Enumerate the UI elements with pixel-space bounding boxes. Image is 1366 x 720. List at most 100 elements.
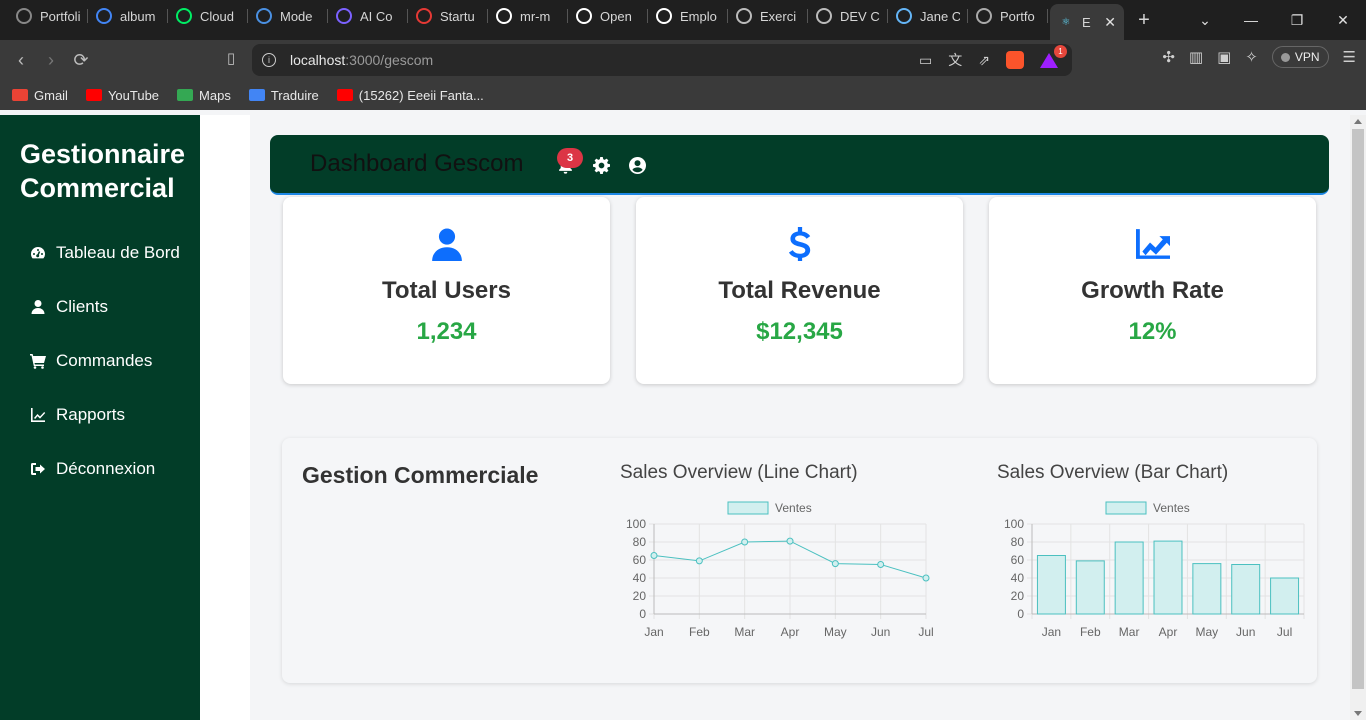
tab-title: Emplo [680,8,717,24]
address-bar[interactable]: i localhost:3000/gescom ▭ 文 ⇗ 1 [252,44,1072,76]
browser-tab[interactable]: Portfo [968,0,1048,32]
chart-line-icon [31,408,46,422]
y-tick-label: 100 [1004,517,1024,531]
sidebar-item-tableau-de-bord[interactable]: Tableau de Bord [30,243,180,263]
browser-tab[interactable]: Exerci [728,0,808,32]
stat-label: Total Users [382,277,511,304]
rewards-icon[interactable]: 1 [1040,45,1067,69]
browser-tab[interactable]: DEV C [808,0,888,32]
user-circle-icon [629,157,646,174]
url-host: localhost [290,52,346,68]
cast-icon[interactable]: ▭ [919,52,932,69]
brave-shields-icon[interactable] [1006,51,1024,69]
stat-card-users: Total Users 1,234 [283,197,610,384]
line-chart: Ventes 0 20 40 60 80 100 Jan Feb Mar Apr May Jun Jul [626,501,934,639]
leo-ai-icon[interactable]: ✧ [1245,48,1258,66]
bookmark-item[interactable]: Gmail [12,88,68,103]
startup-icon [416,8,432,24]
line-chart-title: Sales Overview (Line Chart) [620,462,858,483]
scroll-down-icon[interactable] [1354,711,1362,716]
browser-tab[interactable]: Portfolio [8,0,88,32]
sidebar-item-clients[interactable]: Clients [30,297,108,317]
browser-tab[interactable]: AI Co [328,0,408,32]
bookmark-label: (15262) Eeeii Fanta... [358,87,484,103]
tab-title: Exerci [760,8,797,24]
extensions-icon[interactable]: ✣ [1162,48,1175,66]
browser-tab[interactable]: Open [568,0,648,32]
bookmark-icon[interactable]: ▯ [216,49,246,67]
bookmark-item[interactable]: Maps [177,88,231,103]
user-icon [431,228,462,261]
data-point [922,574,930,582]
forward-button[interactable]: › [36,50,66,71]
y-tick-label: 20 [1011,589,1025,603]
react-icon: ⚛ [1061,16,1071,28]
dashboard-header: Dashboard Gescom 3 [270,135,1329,195]
tab-title: DEV C [840,8,880,24]
reload-button[interactable]: ⟳ [66,50,96,71]
tab-active[interactable]: ⚛ E ✕ [1050,4,1124,40]
tab-title: Jane C [920,8,960,24]
scroll-up-icon[interactable] [1354,119,1362,124]
page-title: Dashboard Gescom [310,150,524,177]
browser-toolbar: ‹ › ⟳ ▯ i localhost:3000/gescom ▭ 文 ⇗ 1 … [0,40,1366,80]
sidebar-item-rapports[interactable]: Rapports [30,405,125,425]
google-icon [96,8,112,24]
settings-button[interactable] [593,157,610,179]
stat-value: $12,345 [756,318,843,345]
y-tick-label: 60 [1011,553,1025,567]
sidebar-toggle-icon[interactable]: ▥ [1189,48,1203,66]
bookmark-favicon-icon [12,89,28,101]
x-tick-label: May [1196,625,1219,639]
new-tab-button[interactable]: + [1124,9,1164,32]
close-icon[interactable]: ✕ [1104,14,1116,31]
menu-icon[interactable]: ☰ [1343,48,1356,66]
bookmark-item[interactable]: Traduire [248,88,319,103]
browser-tab[interactable]: Startu [408,0,488,32]
stat-label: Total Revenue [718,277,881,304]
sidebar-item-deconnexion[interactable]: Déconnexion [30,459,155,479]
browser-tab[interactable]: Mode [248,0,328,32]
browser-tab[interactable]: mr-m [488,0,568,32]
dev-icon [816,8,832,24]
mongodb-icon [176,8,192,24]
globe-icon [16,8,32,24]
x-tick-label: Apr [781,625,800,639]
tab-title: Portfolio [40,8,80,24]
y-tick-label: 40 [633,571,647,585]
y-tick-label: 20 [633,589,647,603]
browser-tab[interactable]: album [88,0,168,32]
back-button[interactable]: ‹ [6,50,36,71]
section-title: Gestion Commerciale [302,462,539,488]
sidebar-item-commandes[interactable]: Commandes [30,351,152,371]
x-tick-label: Jun [1236,625,1255,639]
tab-title: album [120,8,156,24]
bookmark-item[interactable]: (15262) Eeeii Fanta... [336,87,484,103]
tab-title: AI Co [360,8,393,24]
browser-tab[interactable]: Jane C [888,0,968,32]
doc-icon [256,8,272,24]
site-info-icon[interactable]: i [262,53,276,67]
bookmark-item[interactable]: YouTube [85,88,159,103]
minimize-button[interactable]: — [1228,12,1274,28]
share-icon[interactable]: ⇗ [978,52,990,69]
restore-button[interactable]: ❐ [1274,12,1320,29]
close-window-button[interactable]: ✕ [1320,12,1366,29]
legend-swatch [1105,501,1147,515]
tab-search-icon[interactable]: ⌄ [1182,12,1228,29]
scrollbar-thumb[interactable] [1352,129,1364,689]
bar-chart-title: Sales Overview (Bar Chart) [997,462,1229,483]
y-tick-label: 80 [633,535,647,549]
profile-button[interactable] [629,157,646,179]
browser-tab[interactable]: Cloud [168,0,248,32]
page-scrollbar[interactable] [1350,115,1366,720]
stat-card-revenue: Total Revenue $12,345 [636,197,963,384]
vpn-status-icon [1280,52,1290,62]
bar [1036,555,1066,615]
vpn-button[interactable]: VPN [1271,46,1329,68]
stat-label: Growth Rate [1081,277,1224,304]
trend-up-icon [1135,229,1170,259]
wallet-icon[interactable]: ▣ [1217,48,1231,66]
browser-tab[interactable]: Emplo [648,0,728,32]
translate-icon[interactable]: 文 [948,50,962,70]
